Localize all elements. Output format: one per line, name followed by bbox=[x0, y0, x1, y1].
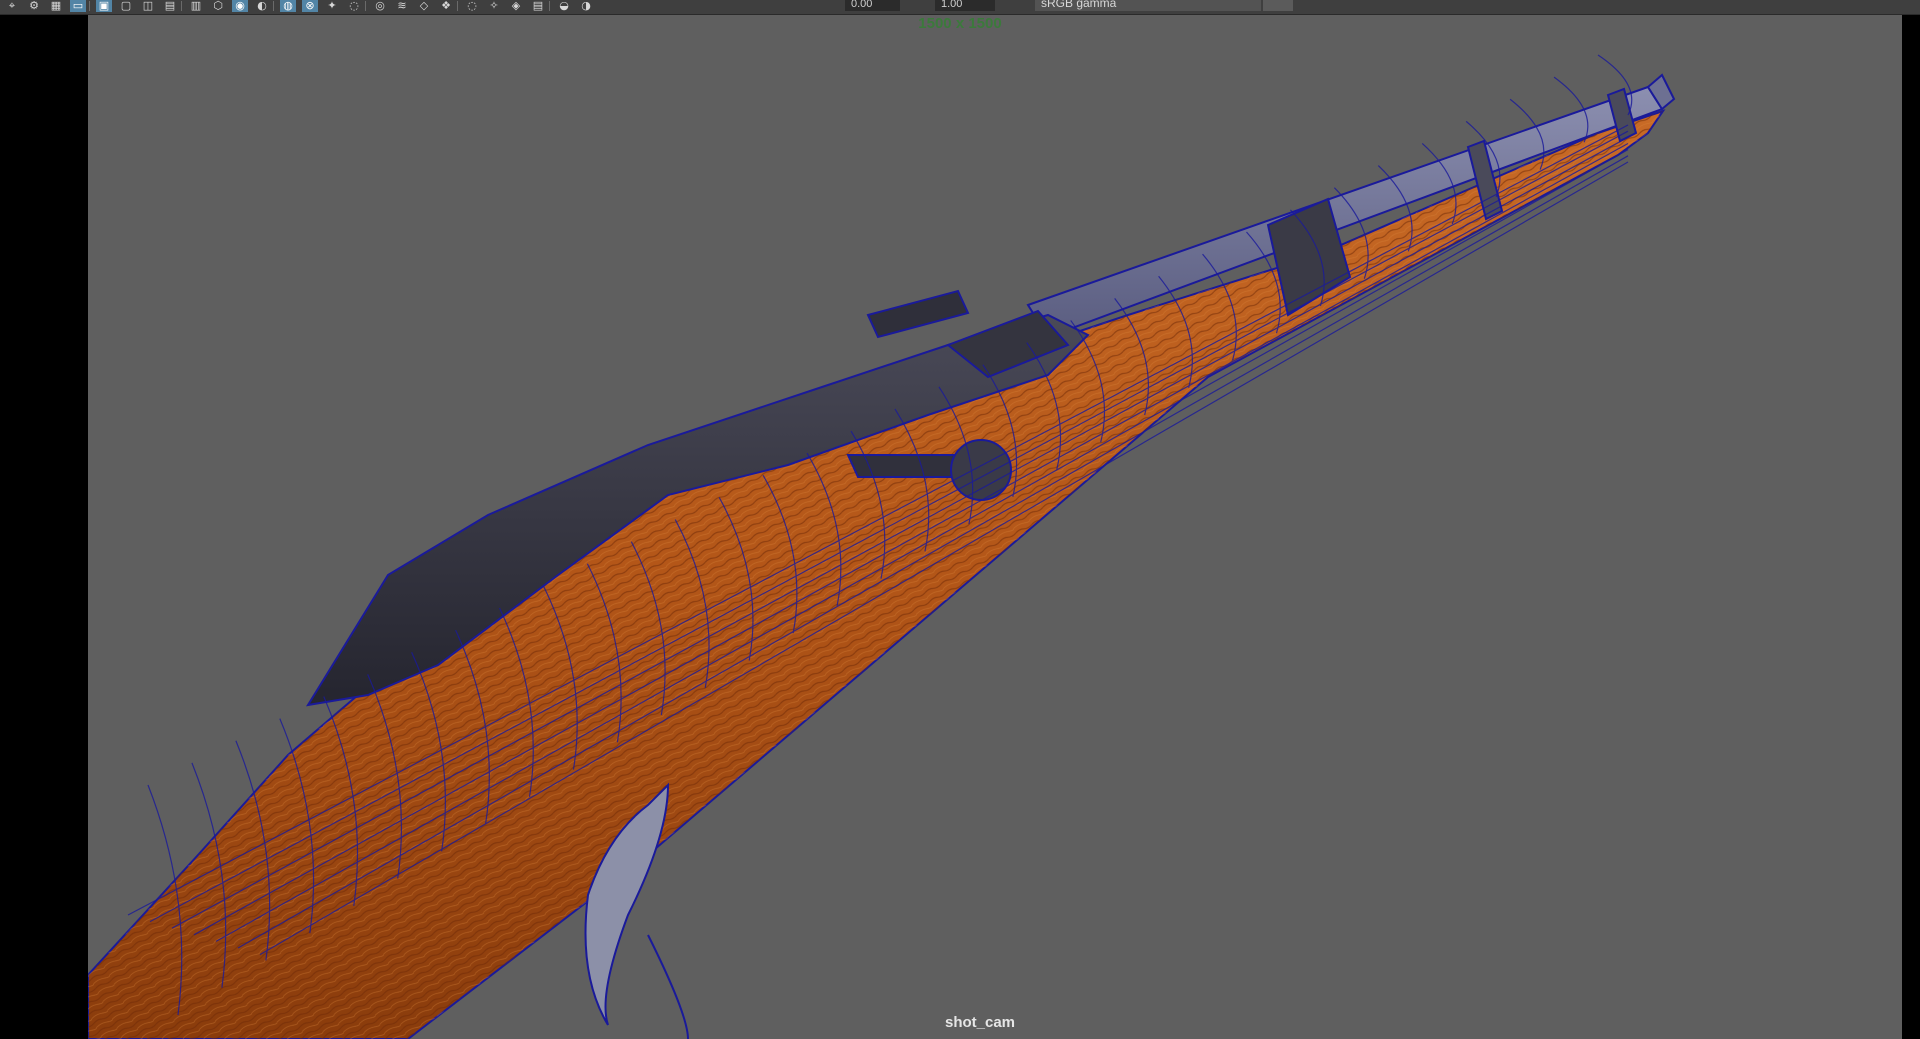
exposure-icon[interactable]: ◒ bbox=[556, 0, 572, 12]
rifle-stock bbox=[88, 109, 1666, 1039]
xray-icon[interactable]: ⊗ bbox=[302, 0, 318, 12]
mesh-edge bbox=[193, 142, 1629, 936]
toolbar-separator bbox=[89, 1, 90, 11]
left-gutter bbox=[0, 15, 88, 1039]
lights-icon[interactable]: ✦ bbox=[324, 0, 340, 12]
select-camera-icon[interactable]: ⌖ bbox=[4, 0, 20, 12]
mesh-edge bbox=[149, 130, 1629, 923]
wireframe-icon[interactable]: ⬡ bbox=[210, 0, 226, 12]
depth-of-field-icon[interactable]: ❖ bbox=[438, 0, 454, 12]
right-edge bbox=[1902, 15, 1920, 1039]
toolbar-separator bbox=[273, 1, 274, 11]
mesh-edge bbox=[127, 124, 1629, 916]
xray-active-icon[interactable]: ◈ bbox=[508, 0, 524, 12]
safe-action-icon[interactable]: ▤ bbox=[162, 0, 178, 12]
gamma-icon[interactable]: ◑ bbox=[578, 0, 594, 12]
motion-blur-icon[interactable]: ≋ bbox=[394, 0, 410, 12]
safe-title-icon[interactable]: ▥ bbox=[188, 0, 204, 12]
toolbar-separator bbox=[181, 1, 182, 11]
wireframe-on-shaded-icon[interactable]: ◍ bbox=[280, 0, 296, 12]
film-gate-icon[interactable]: ▭ bbox=[70, 0, 86, 12]
xray-joints-icon[interactable]: ✧ bbox=[486, 0, 502, 12]
toolbar-separator bbox=[365, 1, 366, 11]
default-material-icon[interactable]: ◐ bbox=[254, 0, 270, 12]
toolbar-separator bbox=[457, 1, 458, 11]
antialiasing-icon[interactable]: ◇ bbox=[416, 0, 432, 12]
grid-icon[interactable]: ▦ bbox=[48, 0, 64, 12]
toolbar-separator bbox=[549, 1, 550, 11]
viewport-toolbar: ⌖ ⚙ ▦ ▭ ▣ ▢ ◫ ▤ ▥ ⬡ ◉ ◐ ◍ ⊗ ✦ ◌ ◎ ≋ ◇ ❖ ◌ ✧ ◈ ▤ ◒ ◑ 0.00 1.00 sRGB g… bbox=[0, 0, 1920, 15]
mesh-edge bbox=[171, 136, 1629, 929]
isolate-select-icon[interactable]: ◌ bbox=[464, 0, 480, 12]
gamma-field[interactable]: 1.00 bbox=[935, 0, 995, 11]
mesh-edge bbox=[215, 149, 1629, 942]
resolution-gate-icon[interactable]: ▣ bbox=[96, 0, 112, 12]
gate-mask-icon[interactable]: ▢ bbox=[118, 0, 134, 12]
view-transform-dropdown-arrow[interactable] bbox=[1263, 0, 1293, 11]
exposure-field[interactable]: 0.00 bbox=[845, 0, 900, 11]
3d-viewport[interactable] bbox=[88, 15, 1902, 1039]
camera-exposure-icon[interactable]: ▤ bbox=[530, 0, 546, 12]
field-chart-icon[interactable]: ◫ bbox=[140, 0, 156, 12]
ambient-occlusion-icon[interactable]: ◎ bbox=[372, 0, 388, 12]
camera-attributes-icon[interactable]: ⚙ bbox=[26, 0, 42, 12]
smooth-shade-icon[interactable]: ◉ bbox=[232, 0, 248, 12]
rifle-model-render bbox=[88, 54, 1676, 1039]
shadows-icon[interactable]: ◌ bbox=[346, 0, 362, 12]
view-transform-dropdown[interactable]: sRGB gamma bbox=[1035, 0, 1261, 11]
resolution-gate-label: 1500 x 1500 bbox=[918, 15, 1002, 32]
camera-name-label: shot_cam bbox=[944, 1014, 1016, 1031]
